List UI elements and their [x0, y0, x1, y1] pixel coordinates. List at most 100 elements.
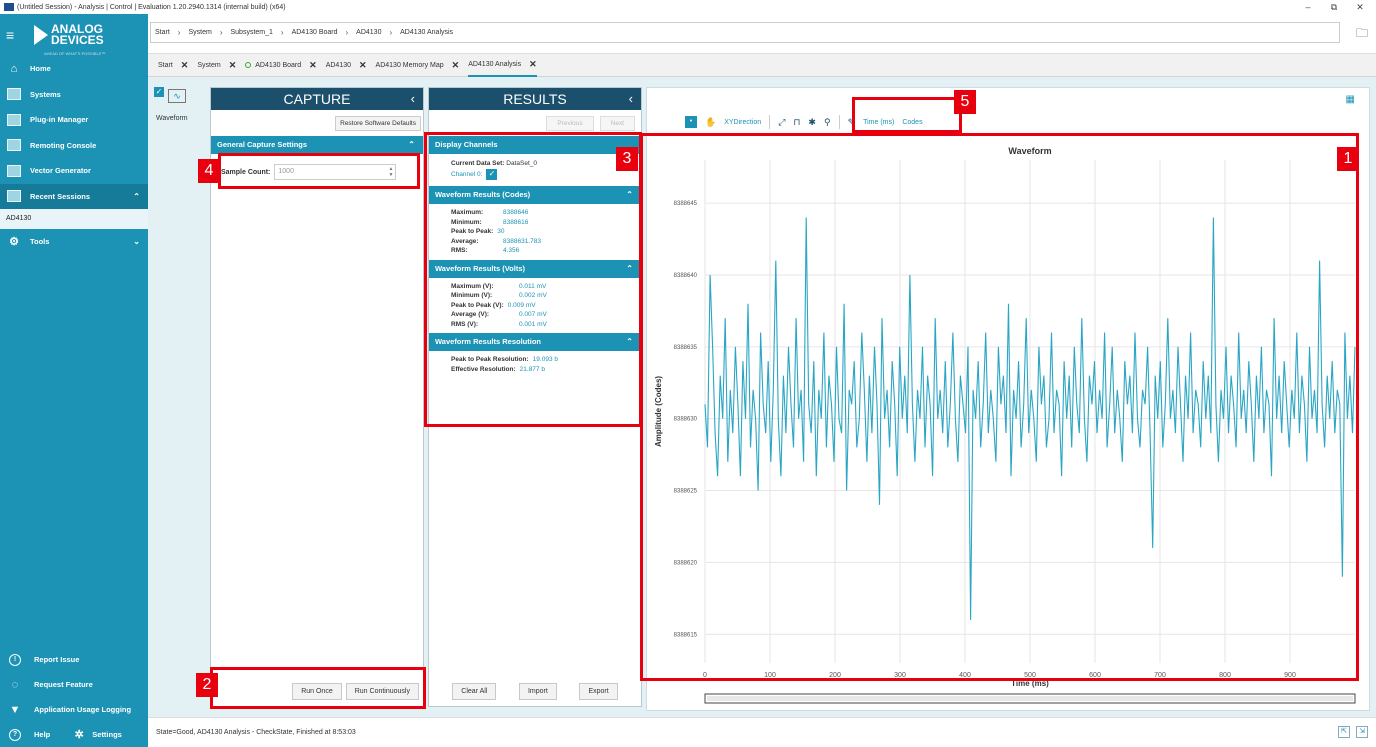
close-tab-icon[interactable]: ✕	[452, 60, 460, 71]
status-dot-icon	[245, 62, 252, 68]
collapse-left-icon[interactable]: ‹	[629, 88, 633, 110]
tab-ad4130-analysis[interactable]: AD4130 Analysis ✕	[468, 54, 537, 77]
breadcrumb-board[interactable]: AD4130 Board	[292, 29, 338, 36]
home-icon: ⌂	[10, 62, 18, 75]
breadcrumb-system[interactable]: System	[188, 29, 211, 36]
section-title: General Capture Settings	[217, 140, 308, 149]
breadcrumb-start[interactable]: Start	[155, 29, 170, 36]
plugin-icon	[6, 113, 22, 127]
annotation-box-3	[424, 132, 642, 427]
chevron-right-icon: ›	[345, 28, 349, 37]
collapse-left-icon[interactable]: ‹	[411, 88, 415, 110]
chevron-right-icon: ›	[219, 28, 223, 37]
chevron-up-icon: ⌃	[133, 191, 140, 201]
close-tab-icon[interactable]: ✕	[359, 60, 367, 71]
breadcrumb-device[interactable]: AD4130	[356, 29, 381, 36]
sidebar-bottom: ! Report Issue ◌ Request Feature ▼ Appli…	[0, 647, 148, 747]
request-feature-link[interactable]: ◌ Request Feature	[0, 672, 148, 697]
restore-defaults-button[interactable]: Restore Software Defaults	[335, 116, 421, 131]
sidebar-item-plugin-manager[interactable]: Plug-in Manager	[0, 107, 148, 133]
vector-icon	[6, 164, 22, 178]
status-left-icon[interactable]: ⇱	[1338, 726, 1350, 738]
folder-icon[interactable]: 🗀	[1356, 24, 1368, 45]
sidebar-item-label: Systems	[30, 89, 61, 99]
sidebar-item-label: Tools	[30, 237, 50, 247]
results-header: RESULTS ‹	[429, 88, 641, 110]
results-actions: Clear All Import Export	[429, 683, 641, 700]
export-button[interactable]: Export	[579, 683, 618, 700]
import-button[interactable]: Import	[518, 683, 557, 700]
annotation-box-4	[218, 153, 420, 189]
help-link[interactable]: Help	[34, 730, 50, 739]
previous-button[interactable]: Previous	[546, 116, 594, 131]
tab-memory-map[interactable]: AD4130 Memory Map ✕	[376, 54, 460, 77]
status-bar: State=Good, AD4130 Analysis - CheckState…	[148, 717, 1376, 747]
sidebar-item-home[interactable]: ⌂ Home	[0, 56, 148, 82]
report-issue-label: Report Issue	[34, 655, 80, 664]
results-title: RESULTS	[503, 91, 567, 107]
report-issue-link[interactable]: ! Report Issue	[0, 647, 148, 672]
left-sidebar: ≡ ANALOG DEVICES AHEAD OF WHAT'S POSSIBL…	[0, 14, 148, 747]
brand-header: ≡ ANALOG DEVICES AHEAD OF WHAT'S POSSIBL…	[0, 14, 148, 56]
console-icon	[6, 138, 22, 152]
tab-system[interactable]: System ✕	[197, 54, 236, 77]
help-settings-row: ? Help ✲ Settings	[0, 722, 148, 747]
close-tab-icon[interactable]: ✕	[529, 59, 537, 70]
annotation-box-2	[210, 667, 426, 709]
app-icon	[4, 3, 14, 11]
tab-ad4130[interactable]: AD4130 ✕	[326, 54, 367, 77]
status-right-icon[interactable]: ⇲	[1356, 726, 1368, 738]
tab-label: AD4130	[325, 61, 351, 69]
sidebar-item-remoting-console[interactable]: Remoting Console	[0, 133, 148, 159]
capture-header: CAPTURE ‹	[211, 88, 423, 110]
tab-label: System	[197, 61, 221, 69]
usage-logging-link[interactable]: ▼ Application Usage Logging	[0, 697, 148, 722]
breadcrumb-bar: Start › System › Subsystem_1 › AD4130 Bo…	[148, 14, 1376, 54]
status-icons: ⇱ ⇲	[1338, 726, 1368, 738]
next-button[interactable]: Next	[599, 116, 635, 131]
help-icon[interactable]: ?	[8, 728, 22, 742]
results-nav: Previous Next	[546, 116, 635, 131]
settings-link[interactable]: Settings	[92, 730, 122, 739]
status-text: State=Good, AD4130 Analysis - CheckState…	[156, 729, 356, 736]
chevron-right-icon: ›	[280, 28, 284, 37]
sidebar-item-tools[interactable]: ⚙ Tools ⌄	[0, 229, 148, 255]
breadcrumb-subsystem[interactable]: Subsystem_1	[230, 29, 272, 36]
session-item-ad4130[interactable]: AD4130	[0, 209, 148, 229]
annotation-box-1	[640, 133, 1359, 681]
tab-bar: Start ✕ System ✕ AD4130 Board ✕ AD4130 ✕ AD4…	[148, 54, 1376, 77]
analysis-content: ✓ ∿ Waveform CAPTURE ‹ Restore Software …	[148, 77, 1376, 717]
checkmark-icon: ✓	[154, 87, 164, 97]
hamburger-menu-icon[interactable]: ≡	[6, 28, 22, 42]
sidebar-item-label: Home	[30, 64, 51, 74]
tab-start[interactable]: Start ✕	[158, 54, 188, 77]
gear-icon[interactable]: ✲	[72, 728, 86, 742]
annotation-box-5	[852, 97, 962, 133]
waveform-label: Waveform	[156, 115, 188, 122]
tab-ad4130-board[interactable]: AD4130 Board ✕	[245, 54, 317, 77]
close-tab-icon[interactable]: ✕	[229, 60, 237, 71]
breadcrumb-analysis[interactable]: AD4130 Analysis	[400, 29, 453, 36]
close-button[interactable]: ✕	[1348, 0, 1372, 14]
close-tab-icon[interactable]: ✕	[309, 60, 317, 71]
annotation-label-1: 1	[1337, 147, 1359, 171]
tab-label: AD4130 Board	[255, 61, 302, 69]
section-header[interactable]: General Capture Settings ⌃	[211, 136, 423, 154]
sidebar-item-systems[interactable]: Systems	[0, 82, 148, 108]
minimize-button[interactable]: –	[1296, 0, 1320, 14]
sidebar-recent-sessions[interactable]: Recent Sessions ⌃	[0, 183, 148, 209]
annotation-label-5: 5	[954, 90, 976, 114]
usage-logging-label: Application Usage Logging	[34, 705, 132, 714]
request-feature-label: Request Feature	[34, 680, 93, 689]
sidebar-item-vector-generator[interactable]: Vector Generator	[0, 158, 148, 184]
chevron-down-icon: ⌄	[133, 237, 140, 247]
clear-all-button[interactable]: Clear All	[452, 683, 497, 700]
sidebar-item-label: Plug-in Manager	[30, 115, 89, 125]
close-tab-icon[interactable]: ✕	[181, 60, 189, 71]
tab-label: AD4130 Analysis	[468, 60, 522, 68]
window-title: (Untitled Session) - Analysis | Control …	[17, 3, 286, 11]
logging-icon: ▼	[9, 703, 21, 716]
waveform-icon: ∿	[168, 89, 186, 103]
maximize-button[interactable]: ⧉	[1322, 0, 1346, 14]
capture-title: CAPTURE	[283, 91, 351, 107]
